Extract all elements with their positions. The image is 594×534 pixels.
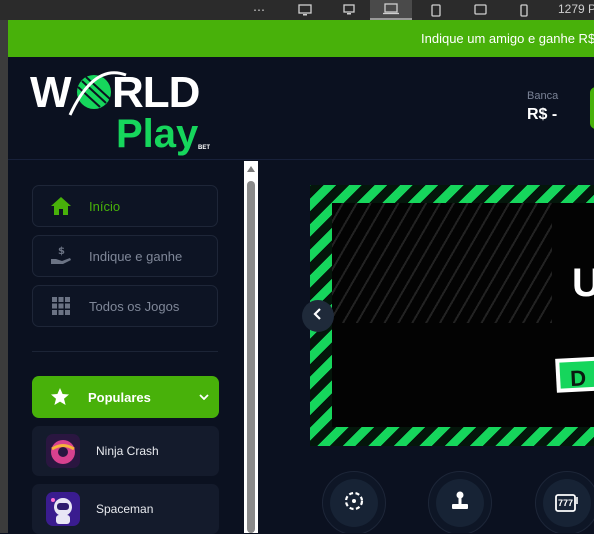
sidebar-item-label: Indique e ganhe bbox=[89, 248, 183, 264]
slot-777-text: 777 bbox=[558, 498, 574, 508]
left-gutter bbox=[0, 20, 8, 533]
svg-text:Play: Play bbox=[116, 112, 199, 156]
sidebar-item-label: Início bbox=[89, 198, 121, 214]
svg-text:BET: BET bbox=[198, 145, 210, 151]
promo-banner[interactable]: U D bbox=[310, 185, 594, 446]
banner-headline: U bbox=[572, 261, 594, 305]
carousel-prev-button[interactable] bbox=[302, 300, 334, 332]
star-icon bbox=[32, 387, 88, 407]
populares-label: Populares bbox=[88, 389, 151, 405]
game-label: Ninja Crash bbox=[96, 444, 159, 458]
game-item-spaceman[interactable]: Spaceman bbox=[32, 484, 219, 534]
roulette-icon bbox=[343, 490, 365, 517]
category-joystick-button[interactable] bbox=[428, 471, 492, 533]
banca-label: Banca bbox=[527, 90, 559, 102]
desktop-device-icon[interactable] bbox=[290, 0, 320, 20]
joystick-icon bbox=[449, 490, 471, 517]
banca-value: R$ - bbox=[527, 106, 558, 123]
grid-icon bbox=[33, 297, 89, 315]
sidebar-divider bbox=[32, 351, 218, 352]
category-roulette-button[interactable] bbox=[322, 471, 386, 533]
sidebar-item-todos-os-jogos[interactable]: Todos os Jogos bbox=[32, 285, 218, 327]
resolution-readout: 1279 P bbox=[558, 2, 594, 16]
category-slots-button[interactable]: 777 bbox=[535, 471, 594, 533]
sidebar-item-indique-e-ganhe[interactable]: $ Indique e ganhe bbox=[32, 235, 218, 277]
promo-bar[interactable]: Indique um amigo e ganhe R$ bbox=[8, 20, 594, 57]
sidebar-scrollbar[interactable] bbox=[244, 161, 258, 533]
sidebar-item-label: Todos os Jogos bbox=[89, 298, 180, 314]
chevron-down-icon bbox=[189, 394, 219, 400]
populares-dropdown[interactable]: Populares bbox=[32, 376, 219, 418]
game-item-ninja-crash[interactable]: Ninja Crash bbox=[32, 426, 219, 476]
svg-text:W: W bbox=[30, 68, 72, 117]
laptop-device-icon[interactable] bbox=[334, 0, 364, 20]
ninja-crash-thumb bbox=[46, 434, 80, 468]
phone-device-icon[interactable] bbox=[509, 0, 539, 20]
slot-777-icon: 777 bbox=[555, 492, 579, 514]
svg-text:RLD: RLD bbox=[112, 68, 199, 117]
tablet-landscape-icon[interactable] bbox=[465, 0, 495, 20]
spaceman-thumb bbox=[46, 492, 80, 526]
deposit-button[interactable] bbox=[590, 87, 594, 129]
world-play-logo[interactable]: W RLD Play BET bbox=[30, 67, 215, 157]
sidebar-item-inicio[interactable]: Início bbox=[32, 185, 218, 227]
site-header: W RLD Play BET Banca R$ - bbox=[8, 57, 594, 160]
money-hand-icon: $ bbox=[33, 245, 89, 267]
banner-tag: D bbox=[555, 355, 594, 393]
more-options-icon[interactable]: ⋯ bbox=[244, 0, 274, 20]
svg-text:$: $ bbox=[58, 246, 65, 257]
home-icon bbox=[33, 196, 89, 216]
banner-image: U D bbox=[332, 203, 594, 427]
chevron-left-icon bbox=[313, 307, 323, 326]
main-content: U D 777 bbox=[258, 161, 594, 533]
banner-texture bbox=[332, 203, 552, 323]
scroll-up-arrow[interactable] bbox=[247, 166, 255, 172]
banner-tag-text: D bbox=[569, 365, 587, 392]
sidebar: Início $ Indique e ganhe Todos os Jogos … bbox=[8, 161, 244, 534]
tablet-device-icon[interactable] bbox=[421, 0, 451, 20]
wide-device-icon[interactable] bbox=[370, 0, 412, 20]
promo-text[interactable]: Indique um amigo e ganhe R$ bbox=[421, 31, 594, 46]
scroll-thumb[interactable] bbox=[247, 181, 255, 533]
game-label: Spaceman bbox=[96, 502, 154, 516]
devtools-toolbar: ⋯ 1279 P bbox=[0, 0, 594, 20]
